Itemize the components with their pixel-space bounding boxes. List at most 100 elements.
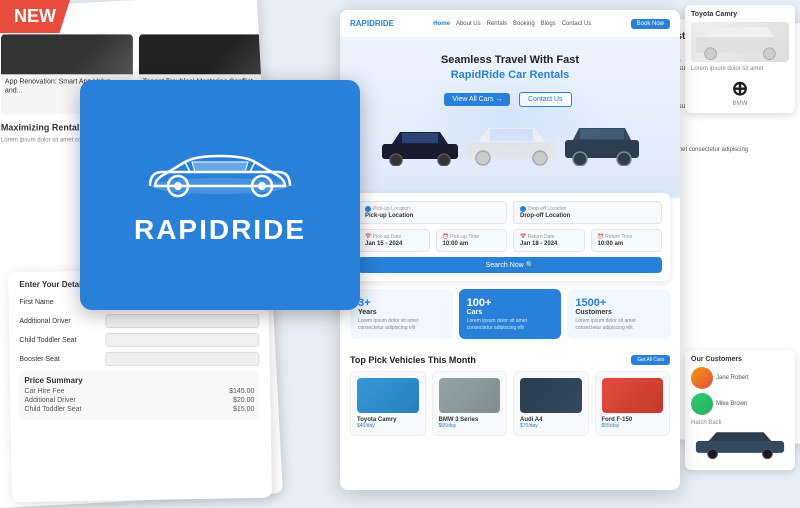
website-nav: Home About Us Rentals Booking Blogs Cont… xyxy=(402,21,623,27)
brand-car-icon xyxy=(140,144,300,204)
price-row-3: Child Toddler Seat $15.00 xyxy=(24,406,254,413)
child-seat-input[interactable] xyxy=(105,333,259,347)
booster-seat-input[interactable] xyxy=(105,352,259,366)
search-form: Pick-up Location Pick-up Location Drop-o… xyxy=(350,193,670,281)
extra-car-panel-top: Toyota Camry Lorem ipsum dolor sit amet … xyxy=(685,5,795,113)
pickup-field[interactable]: Pick-up Location Pick-up Location xyxy=(358,201,507,224)
new-badge: NEW xyxy=(0,0,70,33)
nav-booking[interactable]: Booking xyxy=(513,21,535,27)
time-from-field[interactable]: ⏰ Pick-up Time 10:00 am xyxy=(436,229,508,252)
stat-years-text: Lorem ipsum dolor sit amet consectetur a… xyxy=(358,318,445,331)
hatchback-car xyxy=(691,429,789,464)
customer-avatar-1 xyxy=(691,367,713,389)
price-label-3: Child Toddler Seat xyxy=(24,406,81,413)
stat-years: 3+ Years Lorem ipsum dolor sit amet cons… xyxy=(350,289,453,339)
date-from-value: Jan 15 - 2024 xyxy=(365,241,423,247)
car-img-1 xyxy=(357,378,419,413)
dropoff-icon xyxy=(520,206,526,212)
date-from-field[interactable]: 📅 Pick-up Date Jan 15 - 2024 xyxy=(358,229,430,252)
pickup-label: Pick-up Location xyxy=(365,206,500,212)
extra-customers-panel: Our Customers Jane Robert Mike Brown Hat… xyxy=(685,350,795,470)
top-picks-section: Top Pick Vehicles This Month Get All Car… xyxy=(340,347,680,444)
website-header: RAPIDRIDE Home About Us Rentals Booking … xyxy=(340,10,680,38)
nav-blogs[interactable]: Blogs xyxy=(541,21,556,27)
form-row-child-seat: Child Toddler Seat xyxy=(19,333,259,347)
price-value-3: $15.00 xyxy=(233,406,254,413)
search-button[interactable]: Search Now 🔍 xyxy=(358,257,662,273)
price-label-2: Additional Driver xyxy=(24,397,75,404)
brand-panel: RAPIDRIDE xyxy=(80,80,360,310)
dropoff-label: Drop-off Location xyxy=(520,206,655,212)
bmw-label: BMW xyxy=(691,101,789,107)
dropoff-field[interactable]: Drop-off Location Drop-off Location xyxy=(513,201,662,224)
customer-avatar-2 xyxy=(691,393,713,415)
brand-name: RAPIDRIDE xyxy=(134,214,306,246)
nav-home[interactable]: Home xyxy=(433,21,450,27)
price-label-1: Car Hire Fee xyxy=(24,388,64,395)
additional-driver-input[interactable] xyxy=(105,314,259,328)
additional-driver-label: Additional Driver xyxy=(19,318,99,325)
stat-customers-label: Customers xyxy=(575,309,662,316)
date-to-label: 📅 Return Date xyxy=(520,234,578,240)
car-img-3 xyxy=(520,378,582,413)
car-card-4[interactable]: Ford F-150 $55/day xyxy=(595,371,671,436)
car-card-1[interactable]: Toyota Camry $45/day xyxy=(350,371,426,436)
time-to-field[interactable]: ⏰ Return Time 10:00 am xyxy=(591,229,663,252)
header-cta-button[interactable]: Book Now xyxy=(631,19,670,29)
nav-about[interactable]: About Us xyxy=(456,21,481,27)
blog-card-img-1 xyxy=(1,34,133,74)
time-from-label: ⏰ Pick-up Time xyxy=(443,234,501,240)
stat-cars-text: Lorem ipsum dolor sit amet consectetur a… xyxy=(467,318,554,331)
price-summary: Price Summary Car Hire Fee $145.00 Addit… xyxy=(19,371,259,420)
toyota-camry-img xyxy=(691,22,789,62)
time-to-value: 10:00 am xyxy=(598,241,656,247)
time-to-label: ⏰ Return Time xyxy=(598,234,656,240)
stat-cars-number: 100+ xyxy=(467,297,554,309)
search-form-row-2: 📅 Pick-up Date Jan 15 - 2024 ⏰ Pick-up T… xyxy=(358,229,662,252)
customers-row: Jane Robert xyxy=(691,367,789,389)
search-form-row-1: Pick-up Location Pick-up Location Drop-o… xyxy=(358,201,662,224)
bmw-logo: ⊕ xyxy=(691,76,789,101)
price-value-1: $145.00 xyxy=(229,388,254,395)
customers-row-2: Mike Brown xyxy=(691,393,789,415)
nav-contact[interactable]: Contact Us xyxy=(562,21,592,27)
dropoff-value: Drop-off Location xyxy=(520,213,655,219)
price-row-1: Car Hire Fee $145.00 xyxy=(24,388,254,395)
nav-rentals[interactable]: Rentals xyxy=(487,21,507,27)
car-img-2 xyxy=(439,378,501,413)
stat-customers-number: 1500+ xyxy=(575,297,662,309)
price-row-2: Additional Driver $20.00 xyxy=(24,397,254,404)
car-card-2[interactable]: BMW 3 Series $65/day xyxy=(432,371,508,436)
bmw-section: ⊕ BMW xyxy=(691,76,789,107)
form-row-additional: Additional Driver xyxy=(19,314,259,328)
date-from-label: 📅 Pick-up Date xyxy=(365,234,423,240)
date-to-value: Jan 18 - 2024 xyxy=(520,241,578,247)
toyota-description: Lorem ipsum dolor sit amet xyxy=(691,66,789,72)
price-summary-title: Price Summary xyxy=(24,376,254,385)
car-img-4 xyxy=(602,378,664,413)
customer-name-1: Jane Robert xyxy=(716,375,749,381)
booster-seat-label: Booster Seat xyxy=(19,356,99,363)
stat-years-label: Years xyxy=(358,309,445,316)
hero-section: Seamless Travel With Fast RapidRide Car … xyxy=(340,38,680,198)
get-all-cars-btn[interactable]: Get All Cars xyxy=(631,355,670,365)
our-customers-label: Our Customers xyxy=(691,356,789,363)
date-to-field[interactable]: 📅 Return Date Jan 18 - 2024 xyxy=(513,229,585,252)
stat-cars-label: Cars xyxy=(467,309,554,316)
stat-customers-text: Lorem ipsum dolor sit amet consectetur a… xyxy=(575,318,662,331)
top-picks-title: Top Pick Vehicles This Month xyxy=(350,355,476,365)
stats-section: 3+ Years Lorem ipsum dolor sit amet cons… xyxy=(340,281,680,347)
stat-customers: 1500+ Customers Lorem ipsum dolor sit am… xyxy=(567,289,670,339)
child-seat-label: Child Toddler Seat xyxy=(19,337,99,344)
car-card-3[interactable]: Audi A4 $70/day xyxy=(513,371,589,436)
pickup-value: Pick-up Location xyxy=(365,213,500,219)
website-preview: RAPIDRIDE Home About Us Rentals Booking … xyxy=(340,10,680,490)
pickup-icon xyxy=(365,206,371,212)
hatchback-label: Hatch Back xyxy=(691,420,789,426)
top-picks-header: Top Pick Vehicles This Month Get All Car… xyxy=(350,355,670,365)
time-from-value: 10:00 am xyxy=(443,241,501,247)
stat-years-number: 3+ xyxy=(358,297,445,309)
customer-name-2: Mike Brown xyxy=(716,401,747,407)
form-row-booster: Booster Seat xyxy=(19,352,259,366)
price-value-2: $20.00 xyxy=(233,397,254,404)
